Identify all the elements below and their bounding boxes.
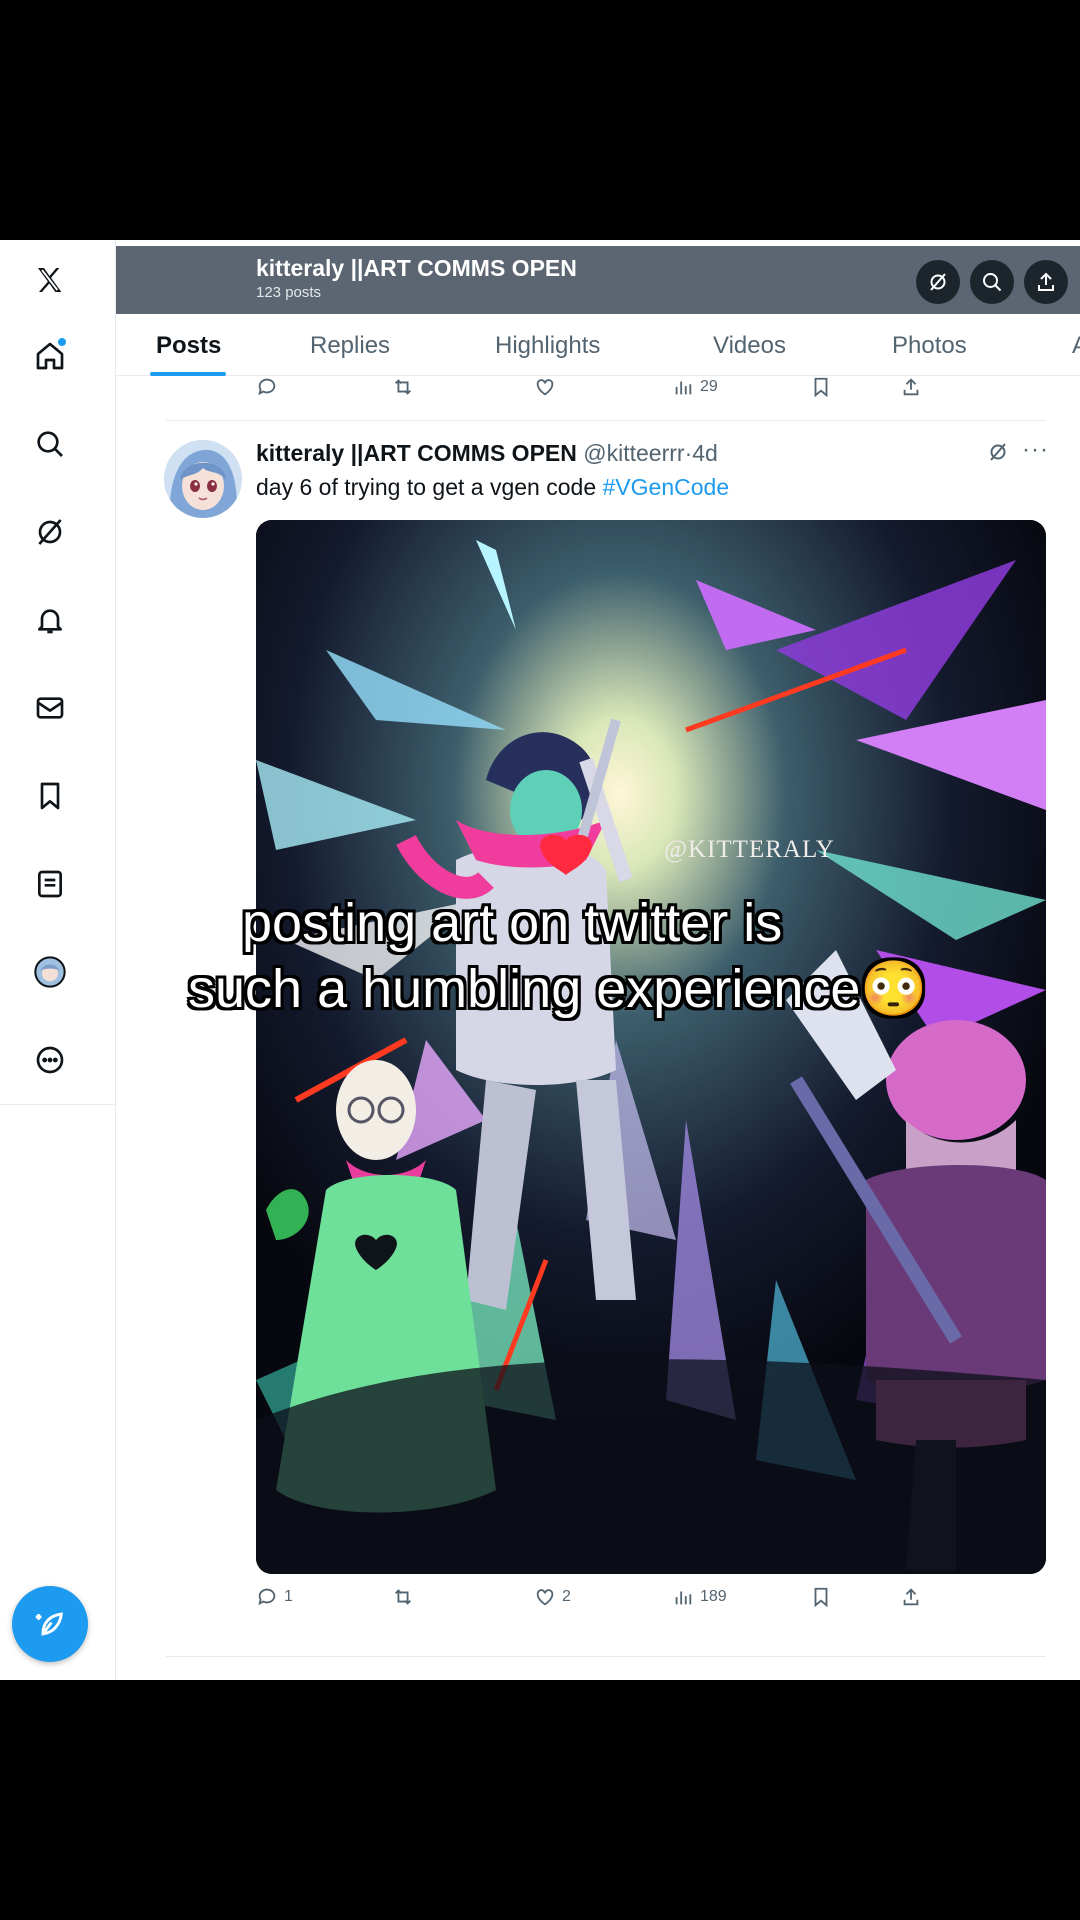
grok-explain-button[interactable]	[986, 440, 1010, 469]
fanart-illustration	[256, 520, 1046, 1574]
x-logo-icon[interactable]	[30, 260, 70, 300]
tab-photos[interactable]: Photos	[892, 332, 967, 360]
post-divider	[166, 420, 1046, 421]
repost-button[interactable]	[392, 376, 414, 398]
share-icon	[1038, 272, 1054, 291]
share-button[interactable]	[900, 376, 922, 398]
compose-icon	[35, 1612, 63, 1636]
grok-icon	[930, 273, 946, 291]
views-count: 189	[700, 1588, 727, 1605]
post-author-name[interactable]: kitteraly ||ART COMMS OPEN	[256, 440, 577, 466]
repost-icon	[395, 379, 411, 395]
tab-replies[interactable]: Replies	[310, 332, 390, 360]
share-button[interactable]	[1024, 260, 1068, 304]
bookmark-button[interactable]	[810, 376, 832, 398]
like-count: 2	[562, 1588, 571, 1605]
grok-icon[interactable]	[30, 512, 70, 552]
post-hashtag[interactable]: #VGenCode	[603, 474, 730, 500]
post-timestamp[interactable]: 4d	[692, 440, 718, 466]
compose-button[interactable]	[12, 1586, 88, 1662]
like-button[interactable]: 2	[534, 1586, 571, 1608]
post-text: day 6 of trying to get a vgen code #VGen…	[256, 474, 729, 501]
tab-highlights[interactable]: Highlights	[495, 332, 600, 360]
grok-button[interactable]	[916, 260, 960, 304]
reply-icon	[258, 1588, 276, 1606]
share-icon	[903, 1588, 919, 1606]
tab-posts[interactable]: Posts	[156, 332, 221, 360]
views-count: 29	[700, 378, 718, 395]
left-nav-rail	[0, 240, 116, 1680]
views-icon	[675, 1591, 692, 1605]
home-notification-dot	[58, 338, 66, 346]
header-name: kitteraly ||ART COMMS OPEN	[256, 255, 577, 281]
profile-avatar[interactable]	[30, 952, 70, 992]
post-text-content: day 6 of trying to get a vgen code	[256, 474, 603, 500]
post-more-button[interactable]: ···	[1022, 436, 1049, 464]
tab-articles[interactable]: A	[1072, 332, 1080, 360]
profile-tabs: Posts Replies Highlights Videos Photos A	[116, 314, 1080, 376]
notifications-icon[interactable]	[30, 600, 70, 640]
post-actions: 1 2 189	[256, 1586, 956, 1616]
share-icon	[903, 378, 919, 396]
post-avatar[interactable]	[164, 440, 242, 518]
post-header: kitteraly ||ART COMMS OPEN @kitteerrr·4d	[256, 440, 718, 467]
views-icon	[675, 381, 692, 395]
prev-post-actions: 29	[256, 376, 956, 406]
caption-line-2: such a humbling experience😳	[188, 959, 928, 1019]
header-post-count: 123 posts	[256, 284, 322, 301]
post-image[interactable]: @KITTERALY	[256, 520, 1046, 1574]
bookmarks-icon[interactable]	[30, 776, 70, 816]
active-tab-indicator	[150, 372, 226, 376]
search-icon[interactable]	[30, 424, 70, 464]
repost-button[interactable]	[392, 1586, 414, 1608]
bookmark-button[interactable]	[810, 1586, 832, 1608]
more-icon[interactable]	[30, 1040, 70, 1080]
post-divider	[166, 1656, 1046, 1657]
repost-icon	[395, 1589, 411, 1605]
messages-icon[interactable]	[30, 688, 70, 728]
share-button[interactable]	[900, 1586, 922, 1608]
bookmark-icon	[814, 377, 828, 398]
like-button[interactable]	[534, 376, 556, 398]
search-button[interactable]	[970, 260, 1014, 304]
views-button[interactable]: 29	[672, 376, 718, 398]
heart-icon	[536, 379, 554, 396]
caption-line-1: posting art on twitter is	[242, 893, 783, 953]
reply-icon	[258, 378, 276, 396]
reply-count: 1	[284, 1588, 293, 1605]
post-author-handle[interactable]: @kitteerrr	[583, 440, 684, 466]
bookmark-icon	[814, 1587, 828, 1608]
lists-icon[interactable]	[30, 864, 70, 904]
views-button[interactable]: 189	[672, 1586, 727, 1608]
search-icon	[983, 273, 1002, 292]
grok-icon	[990, 443, 1006, 461]
tab-videos[interactable]: Videos	[713, 332, 786, 360]
reply-button[interactable]: 1	[256, 1586, 293, 1608]
rail-divider	[0, 1104, 116, 1105]
heart-icon	[536, 1589, 554, 1606]
image-watermark: @KITTERALY	[664, 836, 835, 863]
reply-button[interactable]	[256, 376, 278, 398]
